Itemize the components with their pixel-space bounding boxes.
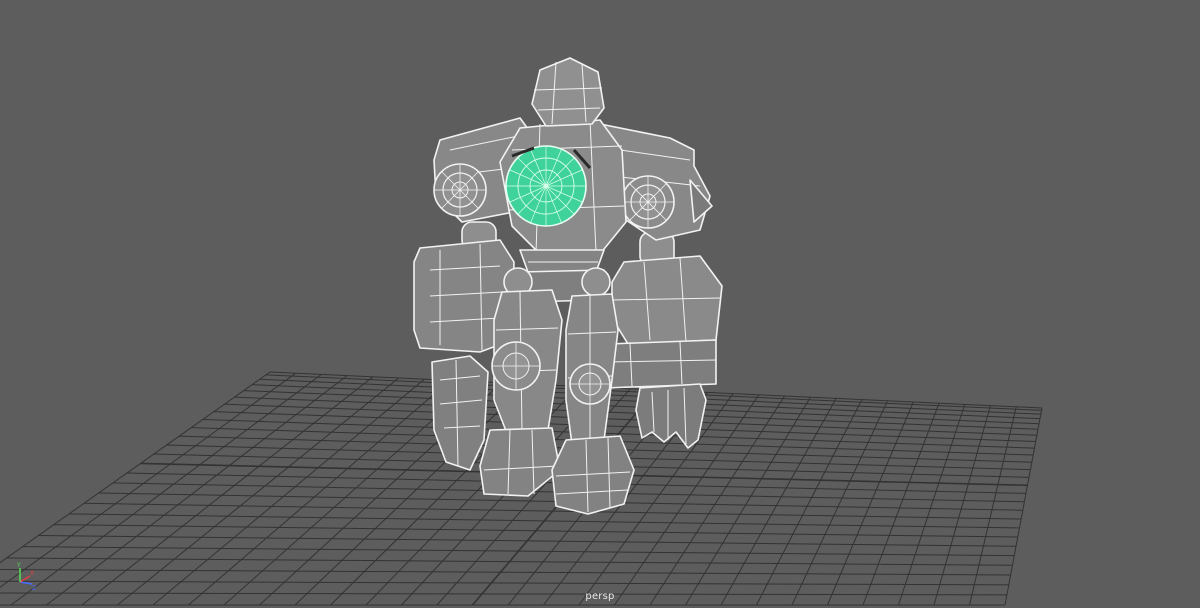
grid-line [69,513,1020,529]
scene-canvas[interactable] [0,0,1200,608]
axis-y-label: Y [16,562,21,569]
grid-line [84,502,1022,520]
grid-line [0,580,1009,586]
grid-line [38,535,1017,547]
grid-line [213,411,1036,443]
grid-line [53,524,1018,538]
axis-x-label: X [30,570,34,577]
robot-mesh[interactable] [413,57,723,515]
viewport-persp[interactable]: Y X Z persp [0,0,1200,608]
grid-line [0,569,1011,576]
axis-gizmo: Y X Z [16,562,36,592]
head[interactable] [531,57,605,127]
camera-name-label: persp [585,591,615,602]
grid-line [22,546,1015,557]
grid-line [6,557,1013,566]
grid-line [1004,407,1043,606]
